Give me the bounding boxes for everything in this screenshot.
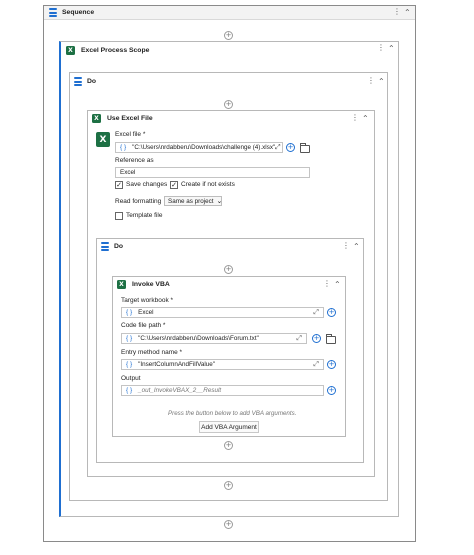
excel-icon: X xyxy=(66,45,75,55)
outer-do-title: Do xyxy=(87,78,97,85)
inner-do-more-icon[interactable]: ⋮ xyxy=(342,242,350,250)
read-formatting-value: Same as project xyxy=(168,197,214,205)
target-workbook-plus-icon[interactable]: + xyxy=(327,308,336,317)
inner-do-collapse-icon[interactable]: ⌃ xyxy=(353,243,360,251)
use-excel-file-more-icon[interactable]: ⋮ xyxy=(351,114,359,122)
reference-as-value: Excel xyxy=(120,169,136,176)
output-field[interactable]: { } _out_InvokeVBAX_2__Result xyxy=(121,385,324,396)
code-file-path-plus-icon[interactable]: + xyxy=(312,334,321,343)
sequence-more-icon[interactable]: ⋮ xyxy=(393,8,401,16)
excel-file-field[interactable]: { } "C:\Users\nrdabberu\Downloads\challe… xyxy=(115,142,283,153)
sequence-icon xyxy=(49,8,57,17)
sequence-collapse-icon[interactable]: ⌃ xyxy=(404,9,411,17)
expand-icon[interactable]: ⤢ xyxy=(275,144,281,151)
reference-as-label: Reference as xyxy=(115,157,154,164)
add-activity-button-after-inner-do[interactable]: + xyxy=(224,481,233,490)
outer-do-header[interactable]: Do xyxy=(74,76,96,87)
invoke-vba-header[interactable]: X Invoke VBA xyxy=(117,279,170,290)
target-workbook-label: Target workbook * xyxy=(121,297,174,304)
code-file-path-label: Code file path * xyxy=(121,322,166,329)
excel-process-scope-title: Excel Process Scope xyxy=(81,46,150,54)
excel-process-scope-more-icon[interactable]: ⋮ xyxy=(377,44,385,52)
excel-process-scope-header[interactable]: X Excel Process Scope xyxy=(66,44,149,56)
use-excel-file-collapse-icon[interactable]: ⌃ xyxy=(362,115,369,123)
excel-icon: X xyxy=(117,280,126,289)
excel-file-plus-icon[interactable]: + xyxy=(286,143,295,152)
expand-icon[interactable]: ⤢ xyxy=(296,335,302,343)
create-if-not-exists-label: Create if not exists xyxy=(181,181,235,188)
template-file-checkbox[interactable] xyxy=(115,212,123,220)
expression-brace-icon: { } xyxy=(126,387,133,394)
save-changes-label: Save changes xyxy=(126,181,168,188)
template-file-label: Template file xyxy=(126,212,163,219)
invoke-vba-more-icon[interactable]: ⋮ xyxy=(323,280,331,288)
expression-brace-icon: { } xyxy=(120,144,127,151)
expand-icon[interactable]: ⤢ xyxy=(313,361,319,369)
excel-file-value: "C:\Users\nrdabberu\Downloads\challenge … xyxy=(132,144,276,151)
add-activity-button-after-scope[interactable]: + xyxy=(224,520,233,529)
outer-do-collapse-icon[interactable]: ⌃ xyxy=(378,78,385,86)
inner-do-header[interactable]: Do xyxy=(101,241,123,252)
entry-method-plus-icon[interactable]: + xyxy=(327,360,336,369)
target-workbook-field[interactable]: { } Excel ⤢ xyxy=(121,307,324,318)
expand-icon[interactable]: ⤢ xyxy=(313,309,319,317)
add-activity-button[interactable]: + xyxy=(224,31,233,40)
output-value: _out_InvokeVBAX_2__Result xyxy=(138,387,222,394)
add-vba-argument-button[interactable]: Add VBA Argument xyxy=(199,421,259,433)
save-changes-checkbox[interactable]: ✓ xyxy=(115,181,123,189)
invoke-vba-title: Invoke VBA xyxy=(132,281,170,288)
code-file-path-folder-icon[interactable] xyxy=(326,334,336,344)
excel-icon: X xyxy=(92,114,101,123)
outer-do-more-icon[interactable]: ⋮ xyxy=(367,77,375,85)
create-if-not-exists-checkbox[interactable]: ✓ xyxy=(170,181,178,189)
expression-brace-icon: { } xyxy=(126,335,133,342)
entry-method-field[interactable]: { } "InsertColumnAndFillValue" ⤢ xyxy=(121,359,324,370)
do-sequence-icon xyxy=(74,77,82,86)
vba-arguments-hint: Press the button below to add VBA argume… xyxy=(168,410,297,417)
excel-large-icon: X xyxy=(96,132,110,147)
code-file-path-value: "C:\Users\nrdabberu\Downloads\Forum.txt" xyxy=(138,335,259,342)
target-workbook-value: Excel xyxy=(138,309,154,316)
chevron-down-icon: ⌄ xyxy=(216,198,223,205)
entry-method-value: "InsertColumnAndFillValue" xyxy=(138,361,215,368)
excel-file-label: Excel file * xyxy=(115,131,146,138)
add-activity-button-after-invoke[interactable]: + xyxy=(224,441,233,450)
output-plus-icon[interactable]: + xyxy=(327,386,336,395)
reference-as-field[interactable]: Excel xyxy=(115,167,310,178)
use-excel-file-title: Use Excel File xyxy=(107,115,153,122)
excel-file-folder-icon[interactable] xyxy=(300,143,310,153)
sequence-title: Sequence xyxy=(62,9,95,16)
add-activity-button-inner-do[interactable]: + xyxy=(224,265,233,274)
do-sequence-icon xyxy=(101,242,109,251)
add-activity-button-outer-do[interactable]: + xyxy=(224,100,233,109)
code-file-path-field[interactable]: { } "C:\Users\nrdabberu\Downloads\Forum.… xyxy=(121,333,307,344)
inner-do-title: Do xyxy=(114,243,124,250)
entry-method-label: Entry method name * xyxy=(121,349,183,356)
use-excel-file-header[interactable]: X Use Excel File xyxy=(92,113,153,124)
sequence-header[interactable]: Sequence xyxy=(44,6,415,20)
expression-brace-icon: { } xyxy=(126,361,133,368)
read-formatting-select[interactable]: Same as project ⌄ xyxy=(164,196,222,206)
expression-brace-icon: { } xyxy=(126,309,133,316)
excel-process-scope-collapse-icon[interactable]: ⌃ xyxy=(388,45,395,53)
invoke-vba-collapse-icon[interactable]: ⌃ xyxy=(334,281,341,289)
read-formatting-label: Read formatting xyxy=(115,198,162,205)
output-label: Output xyxy=(121,375,141,382)
